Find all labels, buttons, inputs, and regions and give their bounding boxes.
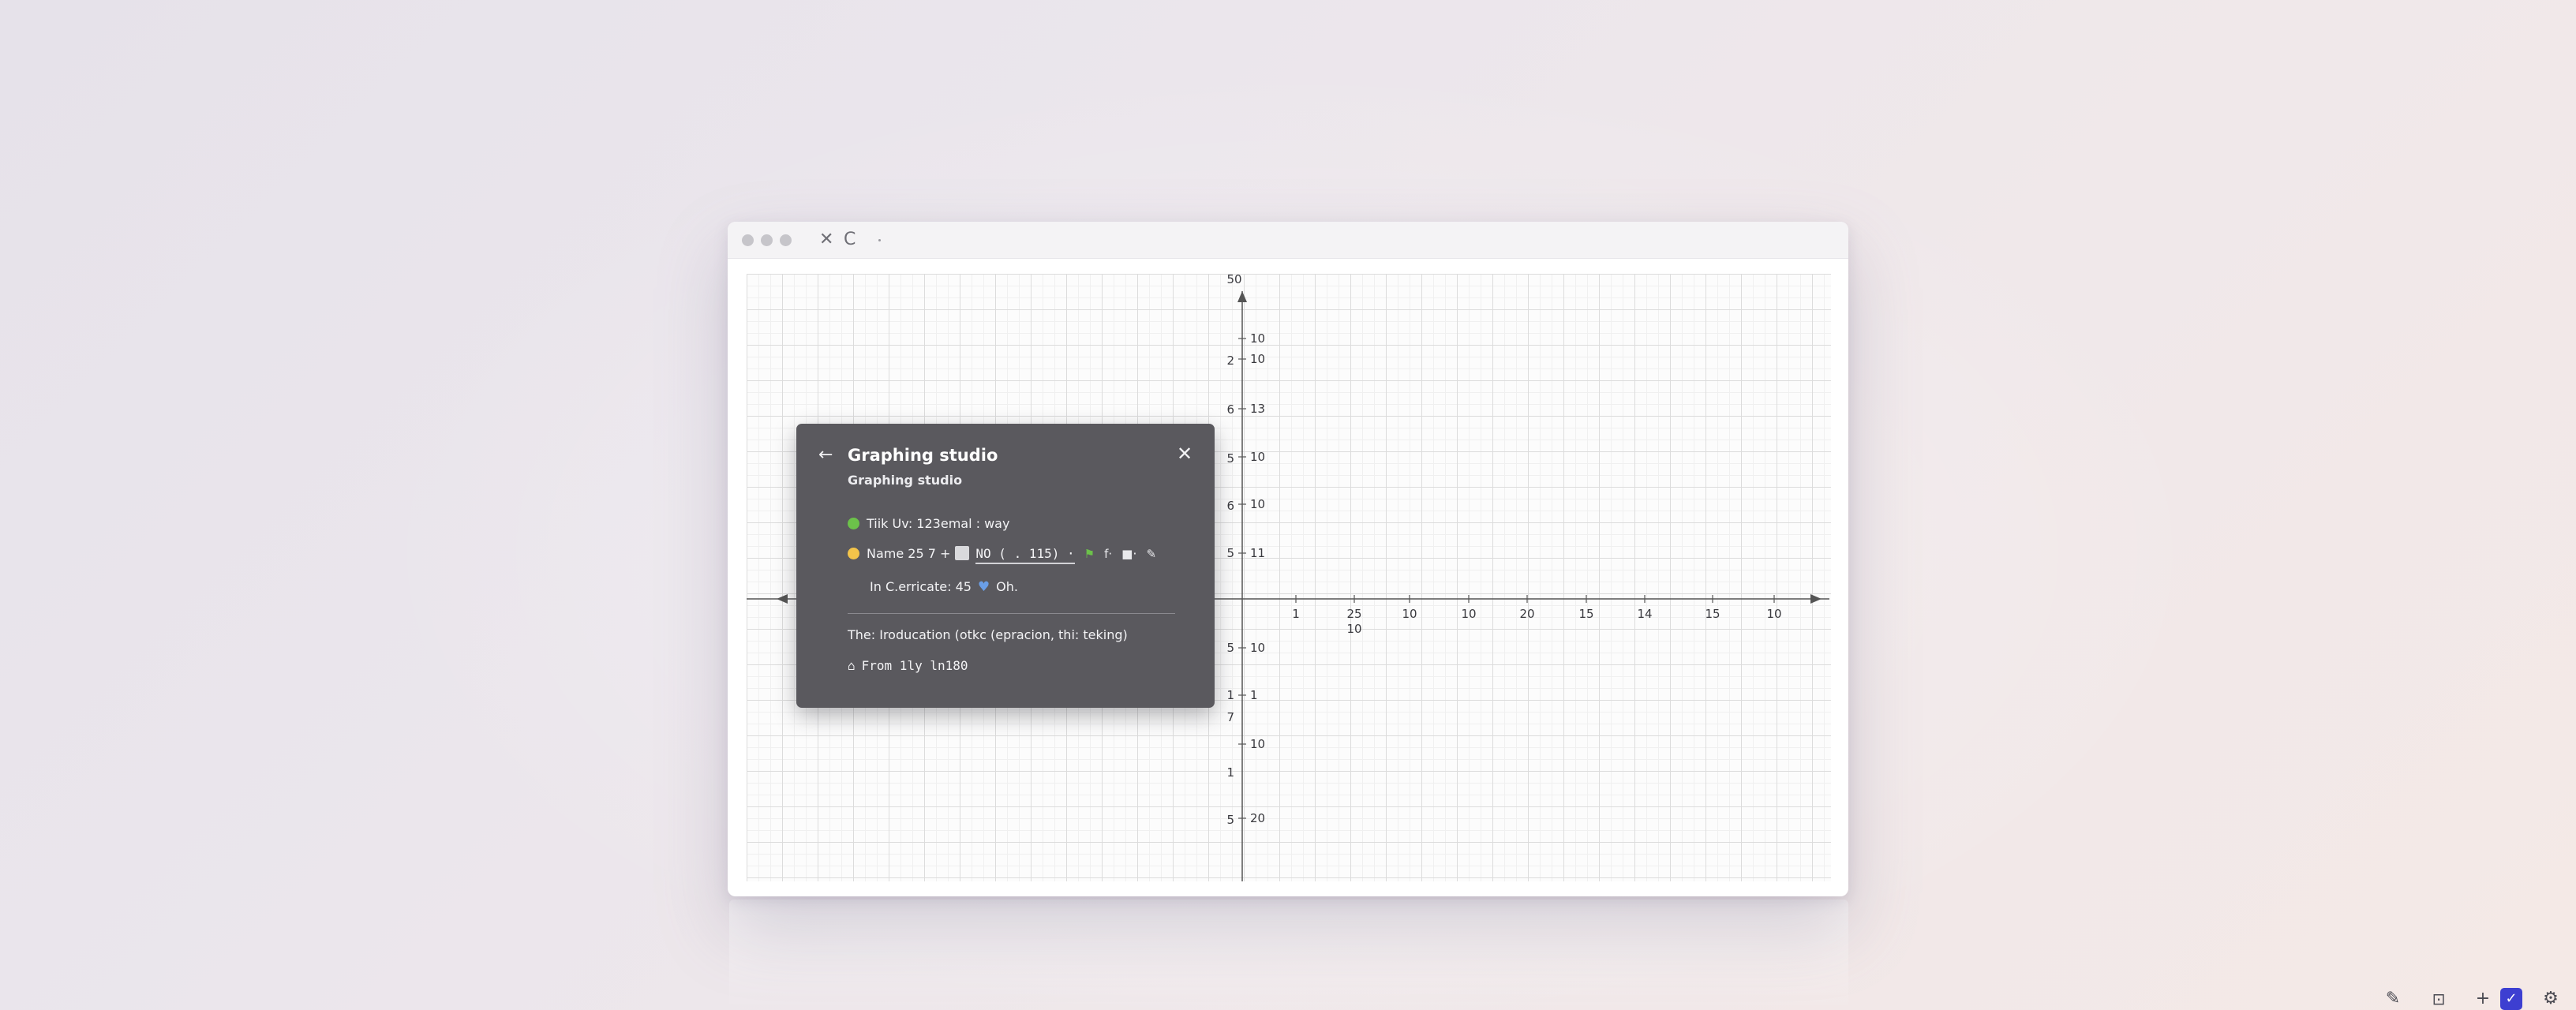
- x-tick-label: 15: [1705, 607, 1720, 621]
- x-tick-sublabel: 10: [1346, 622, 1361, 636]
- refresh-icon[interactable]: C: [844, 230, 856, 250]
- y-tick-label-right: 10: [1250, 497, 1265, 511]
- y-tick-label-left: 6: [1226, 402, 1234, 417]
- y-tick-label-right: 10: [1250, 737, 1265, 751]
- window-close-dot[interactable]: [742, 234, 754, 246]
- home-icon: ⌂: [848, 658, 856, 673]
- x-tick-label: 20: [1519, 607, 1534, 621]
- bookmark-icon[interactable]: ⚑: [1084, 547, 1095, 561]
- y-tick-label-right: 10: [1250, 352, 1265, 366]
- window-reflection: [729, 900, 1848, 1010]
- y-tick-label-right: 10: [1250, 641, 1265, 655]
- name-text: Name 25 7 +: [867, 546, 951, 561]
- value-field[interactable]: NO ( . 115) ·: [975, 546, 1075, 564]
- y-tick-label-right: 20: [1250, 811, 1265, 825]
- y-tick-label-right: 13: [1250, 402, 1265, 416]
- x-tick-label: 15: [1578, 607, 1593, 621]
- panel-row-5[interactable]: ⌂ From 1ly ln180: [848, 658, 968, 673]
- add-icon[interactable]: +: [2472, 988, 2494, 1010]
- x-tick-label: 10: [1461, 607, 1476, 621]
- y-tick-label-left: 5: [1226, 641, 1234, 655]
- y-axis-top-label: 50: [1226, 274, 1241, 286]
- x-tick-label: 1: [1292, 607, 1300, 621]
- comment-icon[interactable]: ■: [1121, 547, 1133, 561]
- color-swatch-icon[interactable]: [955, 546, 970, 560]
- status-check-icon: [848, 518, 859, 529]
- pencil-icon[interactable]: ✎: [1146, 547, 1156, 561]
- y-tick-label-left: 2: [1226, 354, 1234, 368]
- y-tick-label-left: 1: [1226, 765, 1234, 780]
- row-5-text: From 1ly ln180: [861, 658, 968, 673]
- y-tick-label-right: 10: [1250, 331, 1265, 346]
- x-tick-label: 14: [1637, 607, 1652, 621]
- heart-icon[interactable]: ♥: [978, 579, 990, 595]
- y-tick-label-left: 5: [1226, 451, 1234, 466]
- x-axis-arrow-left: [777, 594, 788, 604]
- panel-row-4: The: Iroducation (otkc (epracion, thi: t…: [848, 627, 1128, 642]
- window-minimize-dot[interactable]: [761, 234, 773, 246]
- x-tick-label: 10: [1766, 607, 1781, 621]
- row-2-extra: ·: [1133, 546, 1137, 561]
- panel-divider: [848, 613, 1175, 614]
- y-axis-arrow: [1237, 291, 1247, 302]
- y-tick-label-left: 5: [1226, 546, 1234, 560]
- export-icon[interactable]: ⊡: [2428, 988, 2450, 1010]
- close-icon[interactable]: ✕: [1177, 444, 1193, 463]
- graphing-studio-panel: ← ✕ Graphing studio Graphing studio Tiik…: [796, 424, 1215, 708]
- check-icon[interactable]: ✓: [2500, 988, 2522, 1010]
- panel-row-2[interactable]: Name 25 7 + NO ( . 115) · ⚑ f· ■· ✎: [848, 546, 1156, 564]
- y-tick-label-right: 10: [1250, 450, 1265, 464]
- y-tick-label-right: 1: [1250, 688, 1258, 702]
- settings-gear-icon[interactable]: ⚙: [2540, 988, 2562, 1010]
- x-axis-arrow-right: [1810, 594, 1822, 604]
- close-tab-icon[interactable]: ✕: [819, 230, 833, 250]
- draw-tool-icon[interactable]: ✎: [2382, 988, 2404, 1010]
- row-3-text: In C.erricate: 45: [870, 579, 972, 594]
- y-tick-label-left: 7: [1226, 710, 1234, 724]
- row-1-text: Tiik Uv: 123emal : way: [867, 516, 1010, 531]
- bottom-toolbar: ✎ ⊡ + ✓ ⚙: [2374, 986, 2576, 1010]
- address-indicator: [878, 239, 881, 241]
- row-4-text: The: Iroducation (otkc (epracion, thi: t…: [848, 627, 1128, 642]
- panel-subtitle: Graphing studio: [848, 473, 963, 488]
- status-dot-icon: [848, 548, 859, 559]
- y-tick-label-left: 5: [1226, 813, 1234, 827]
- x-tick-label: 10: [1402, 607, 1417, 621]
- x-tick-label: 25: [1346, 607, 1361, 621]
- title-bar: ✕ C: [728, 222, 1848, 259]
- panel-row-1[interactable]: Tiik Uv: 123emal : way: [848, 516, 1009, 531]
- y-tick-label-left: 1: [1226, 688, 1234, 702]
- row-3-suffix: Oh.: [996, 579, 1018, 594]
- y-tick-label-left: 6: [1226, 499, 1234, 513]
- function-icon[interactable]: f·: [1104, 547, 1112, 561]
- back-arrow-icon[interactable]: ←: [818, 446, 833, 465]
- panel-title: Graphing studio: [848, 446, 998, 465]
- window-zoom-dot[interactable]: [780, 234, 792, 246]
- y-tick-label-right: 11: [1250, 546, 1265, 560]
- panel-row-3: In C.erricate: 45 ♥ Oh.: [870, 579, 1018, 595]
